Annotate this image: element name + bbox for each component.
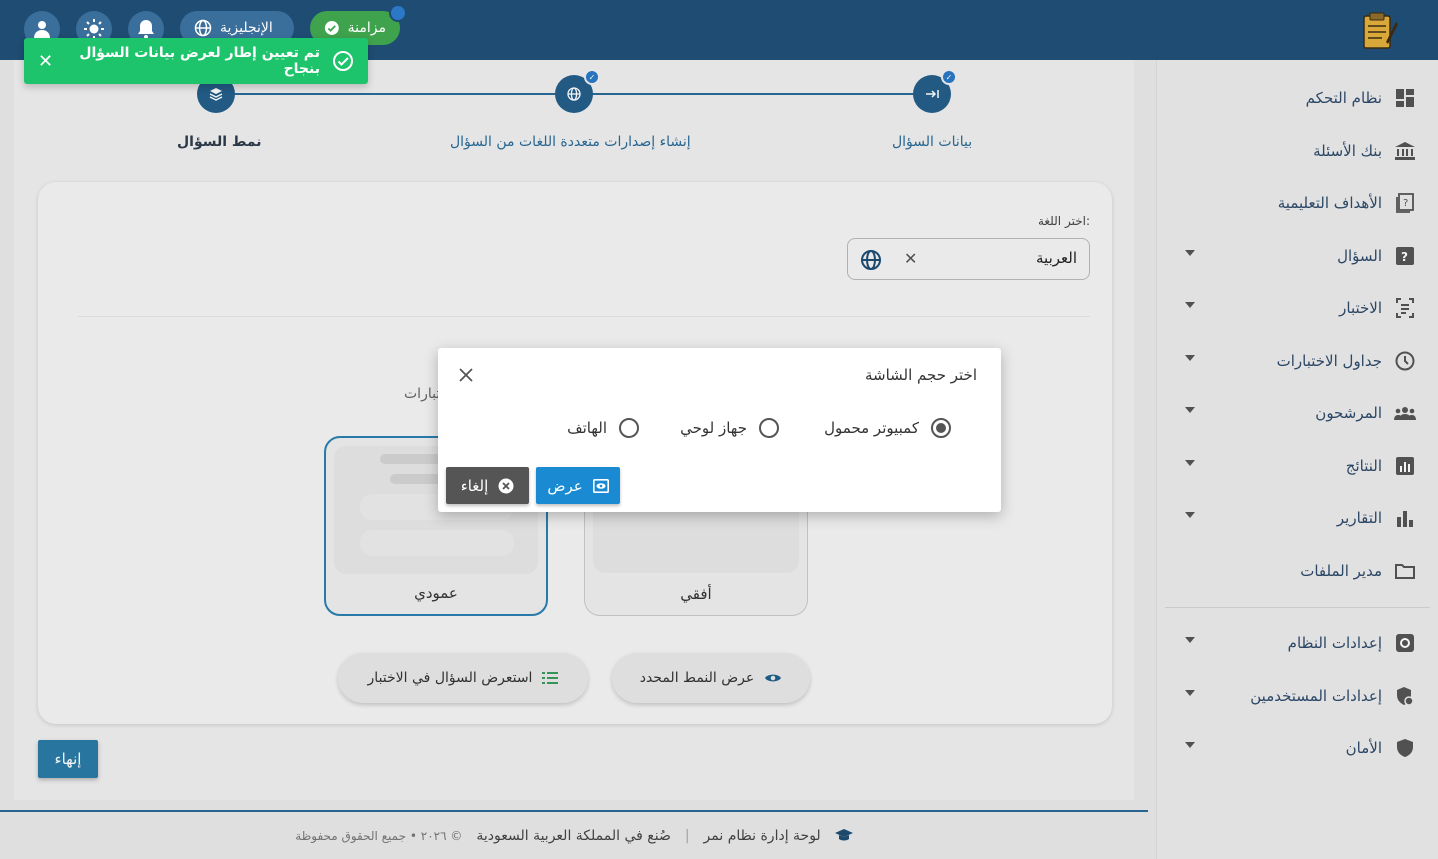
toast-close-button[interactable]: ✕ <box>38 51 60 72</box>
show-button[interactable]: عرض <box>536 467 620 504</box>
cancel-button[interactable]: إلغاء <box>446 467 529 504</box>
close-icon <box>459 368 473 382</box>
dialog-close-button[interactable] <box>458 366 474 388</box>
screen-size-dialog: اختر حجم الشاشة كمبيوتر محمول جهاز لوحي … <box>438 348 1001 512</box>
radio-phone[interactable]: الهاتف <box>567 418 639 438</box>
sync-indicator-dot <box>389 4 407 22</box>
radio-laptop[interactable]: كمبيوتر محمول <box>824 418 951 438</box>
app-logo[interactable] <box>1358 10 1400 52</box>
language-label: الإنجليزية <box>220 20 273 36</box>
show-button-label: عرض <box>547 476 583 495</box>
exam-clipboard-logo-icon <box>1363 12 1398 49</box>
globe-icon <box>194 19 212 37</box>
dialog-title: اختر حجم الشاشة <box>864 366 977 384</box>
user-icon <box>34 21 50 38</box>
toast-message: تم تعيين إطار لعرض بيانات السؤال بنجاح <box>79 45 320 77</box>
radio-label: كمبيوتر محمول <box>824 419 919 437</box>
radio-label: جهاز لوحي <box>680 419 747 437</box>
radio-button[interactable] <box>619 418 639 438</box>
bell-icon <box>138 20 154 39</box>
close-circle-icon <box>498 478 514 493</box>
preview-icon <box>592 478 609 493</box>
check-circle-icon <box>333 51 353 71</box>
sun-icon <box>84 19 104 39</box>
radio-tablet[interactable]: جهاز لوحي <box>680 418 779 438</box>
sync-label: مزامنة <box>347 20 386 36</box>
radio-button-selected[interactable] <box>931 418 951 438</box>
check-circle-icon <box>324 21 339 35</box>
cancel-button-label: إلغاء <box>460 476 489 495</box>
radio-label: الهاتف <box>567 419 607 437</box>
radio-button[interactable] <box>759 418 779 438</box>
success-toast: ✕ تم تعيين إطار لعرض بيانات السؤال بنجاح <box>24 38 368 84</box>
